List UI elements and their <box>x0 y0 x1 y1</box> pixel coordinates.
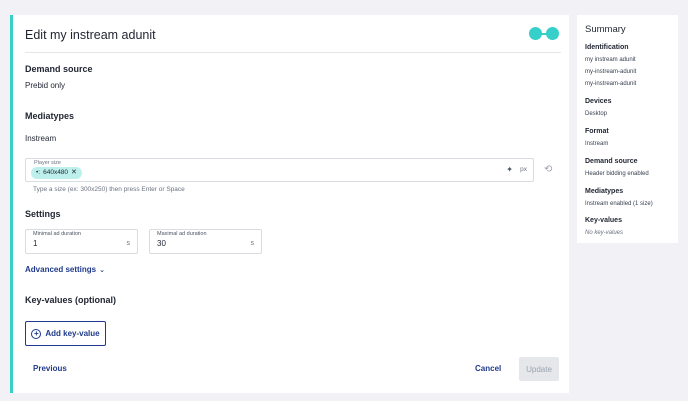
summary-identification-line: my-instream-adunit <box>585 81 637 87</box>
summary-identification-line: my-instream-adunit <box>585 69 637 75</box>
summary-panel: Summary Identification my instream aduni… <box>577 15 678 243</box>
size-chip[interactable]: •: 640x480 ✕ <box>31 167 82 179</box>
summary-key-values-value: No key-values <box>585 230 624 236</box>
player-size-label: Player size <box>34 160 61 166</box>
step-indicator <box>529 27 559 41</box>
mediatypes-heading: Mediatypes <box>25 111 75 121</box>
advanced-settings-label: Advanced settings <box>25 265 97 274</box>
size-chip-label: 640x480 <box>43 169 69 176</box>
summary-devices-heading: Devices <box>585 98 612 105</box>
plus-circle-icon: + <box>31 328 42 339</box>
edit-adunit-panel: Edit my instream adunit Demand source Pr… <box>10 15 569 393</box>
chevron-down-icon: ⌄ <box>99 266 106 274</box>
summary-title: Summary <box>585 24 626 35</box>
demand-source-heading: Demand source <box>25 64 93 74</box>
max-duration-field[interactable]: Maximal ad duration 30 s <box>149 229 262 254</box>
max-duration-label: Maximal ad duration <box>157 231 207 237</box>
min-duration-field[interactable]: Minimal ad duration 1 s <box>25 229 138 254</box>
reset-icon[interactable]: ⟲ <box>544 164 552 175</box>
instream-subheading: Instream <box>25 134 57 143</box>
step-dot-1 <box>529 27 542 40</box>
add-key-value-button[interactable]: + Add key-value <box>25 321 106 346</box>
settings-heading: Settings <box>25 209 61 219</box>
page-title: Edit my instream adunit <box>25 28 156 42</box>
key-values-heading: Key-values (optional) <box>25 295 117 305</box>
min-duration-label: Minimal ad duration <box>33 231 81 237</box>
remove-chip-icon[interactable]: ✕ <box>71 167 77 179</box>
summary-mediatypes-value: Instream enabled (1 size) <box>585 201 653 207</box>
max-duration-unit: s <box>250 240 255 247</box>
sparkle-icon[interactable]: ✦ <box>506 165 513 174</box>
summary-demand-source-value: Header bidding enabled <box>585 171 649 177</box>
update-button[interactable]: Update <box>519 357 559 381</box>
unit-label: px <box>520 166 527 173</box>
step-dot-2 <box>546 27 559 40</box>
summary-devices-value: Desktop <box>585 111 608 117</box>
player-size-input[interactable]: Player size •: 640x480 ✕ ✦ px <box>25 158 534 182</box>
previous-button[interactable]: Previous <box>33 364 67 373</box>
title-divider <box>25 52 561 53</box>
demand-source-value: Prebid only <box>25 81 66 90</box>
min-duration-unit: s <box>126 240 131 247</box>
summary-mediatypes-heading: Mediatypes <box>585 188 624 195</box>
cancel-button[interactable]: Cancel <box>475 364 501 373</box>
max-duration-value: 30 <box>157 239 166 248</box>
summary-identification-line: my instream adunit <box>585 57 636 63</box>
summary-format-value: Instream <box>585 141 609 147</box>
min-duration-value: 1 <box>33 239 38 248</box>
summary-key-values-heading: Key-values <box>585 217 622 224</box>
summary-demand-source-heading: Demand source <box>585 158 638 165</box>
magic-icon: •: <box>36 169 41 176</box>
summary-format-heading: Format <box>585 128 609 135</box>
advanced-settings-toggle[interactable]: Advanced settings ⌄ <box>25 265 105 274</box>
summary-identification-heading: Identification <box>585 44 629 51</box>
add-key-value-label: Add key-value <box>45 329 100 338</box>
player-size-hint: Type a size (ex: 300x250) then press Ent… <box>33 186 185 193</box>
